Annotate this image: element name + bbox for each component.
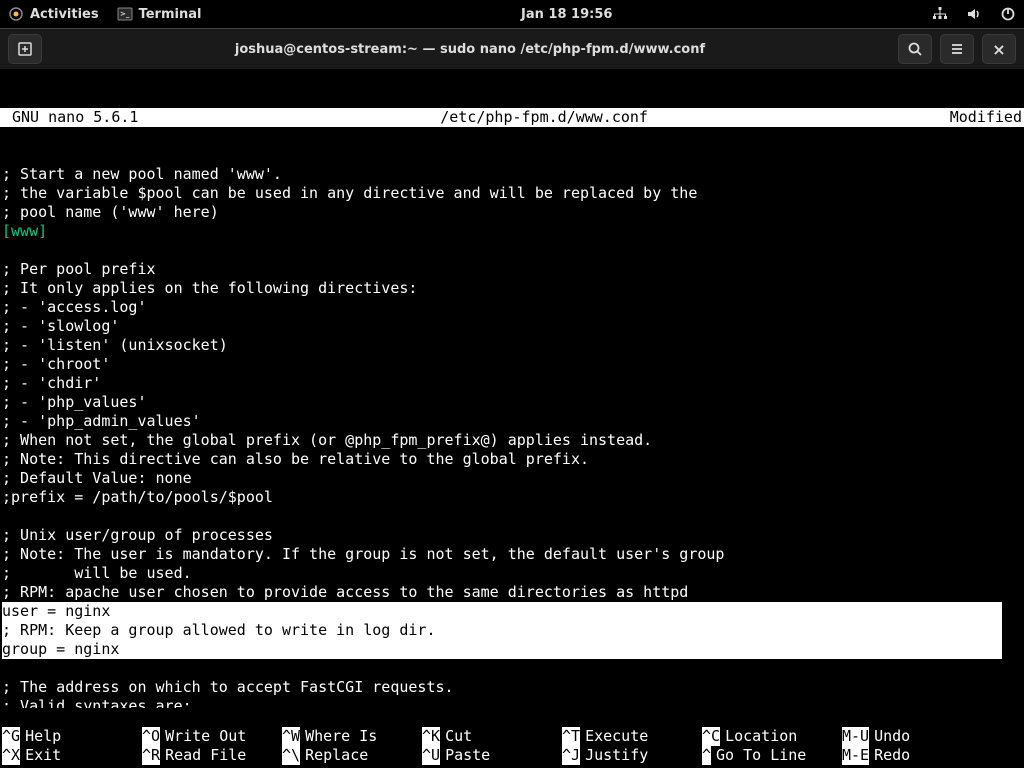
- editor-line: ;prefix = /path/to/pools/$pool: [2, 488, 1022, 507]
- help-label: Execute: [580, 727, 648, 746]
- help-item: ^UPaste: [422, 746, 562, 765]
- help-key: ^O: [142, 727, 160, 746]
- editor-line: ; Unix user/group of processes: [2, 526, 1022, 545]
- gnome-top-bar: Activities >_ Terminal Jan 18 19:56: [0, 0, 1024, 28]
- help-label: Location: [720, 727, 797, 746]
- terminal-body[interactable]: GNU nano 5.6.1 /etc/php-fpm.d/www.conf M…: [0, 70, 1024, 768]
- editor-content[interactable]: ; Start a new pool named 'www'.; the var…: [0, 165, 1024, 768]
- app-menu[interactable]: >_ Terminal: [117, 6, 202, 22]
- nano-help-bar: ^GHelp^OWrite Out^WWhere Is^KCut^TExecut…: [0, 708, 1024, 768]
- help-item: M-ERedo: [842, 746, 932, 765]
- editor-line: ; The address on which to accept FastCGI…: [2, 678, 1022, 697]
- editor-line: user = nginx: [2, 602, 1002, 621]
- power-icon[interactable]: [1000, 6, 1016, 22]
- activities-icon: [8, 6, 24, 22]
- help-item: ^GHelp: [2, 727, 142, 746]
- help-key: ^\: [282, 746, 300, 765]
- editor-line: ; - 'listen' (unixsocket): [2, 336, 1022, 355]
- editor-line: [www]: [2, 222, 1022, 241]
- editor-line: ; RPM: Keep a group allowed to write in …: [2, 621, 1002, 640]
- help-label: Redo: [869, 746, 910, 765]
- help-item: M-UUndo: [842, 727, 932, 746]
- help-key: ^G: [2, 727, 20, 746]
- help-item: ^JJustify: [562, 746, 702, 765]
- editor-line: ; It only applies on the following direc…: [2, 279, 1022, 298]
- close-icon: ×: [992, 40, 1005, 59]
- editor-line: ; - 'slowlog': [2, 317, 1022, 336]
- editor-line: [2, 659, 1022, 678]
- help-label: Go To Line: [711, 746, 806, 765]
- help-key: M-E: [842, 746, 869, 765]
- help-label: Write Out: [160, 727, 246, 746]
- editor-line: ; Note: The user is mandatory. If the gr…: [2, 545, 1022, 564]
- terminal-app-icon: >_: [117, 6, 133, 22]
- help-item: ^RRead File: [142, 746, 282, 765]
- activities-button[interactable]: Activities: [8, 6, 99, 22]
- help-key: ^U: [422, 746, 440, 765]
- volume-icon[interactable]: [966, 6, 982, 22]
- new-tab-button[interactable]: [8, 34, 42, 64]
- editor-line: ; the variable $pool can be used in any …: [2, 184, 1022, 203]
- help-key: ^K: [422, 727, 440, 746]
- search-button[interactable]: [898, 34, 932, 64]
- help-row-1: ^GHelp^OWrite Out^WWhere Is^KCut^TExecut…: [2, 727, 1022, 746]
- editor-line: ; - 'php_admin_values': [2, 412, 1022, 431]
- svg-text:>_: >_: [120, 10, 130, 18]
- help-key: ^T: [562, 727, 580, 746]
- help-label: Read File: [160, 746, 246, 765]
- help-item: ^XExit: [2, 746, 142, 765]
- editor-line: ; Per pool prefix: [2, 260, 1022, 279]
- help-label: Paste: [440, 746, 490, 765]
- help-item: ^\Replace: [282, 746, 422, 765]
- activities-label: Activities: [30, 7, 99, 22]
- help-key: ^W: [282, 727, 300, 746]
- help-row-2: ^XExit^RRead File^\Replace^UPaste^JJusti…: [2, 746, 1022, 765]
- help-key: ^X: [2, 746, 20, 765]
- help-key: M-U: [842, 727, 869, 746]
- nano-titlebar: GNU nano 5.6.1 /etc/php-fpm.d/www.conf M…: [0, 108, 1024, 127]
- help-item: ^KCut: [422, 727, 562, 746]
- help-key: ^J: [562, 746, 580, 765]
- help-label: Justify: [580, 746, 648, 765]
- help-label: Undo: [869, 727, 910, 746]
- help-label: Where Is: [300, 727, 377, 746]
- nano-filepath: /etc/php-fpm.d/www.conf: [138, 108, 949, 127]
- editor-line: ; - 'chdir': [2, 374, 1022, 393]
- help-label: Exit: [20, 746, 61, 765]
- editor-line: [2, 507, 1022, 526]
- editor-line: ; pool name ('www' here): [2, 203, 1022, 222]
- help-label: Help: [20, 727, 61, 746]
- editor-line: ; will be used.: [2, 564, 1022, 583]
- editor-line: ; - 'access.log': [2, 298, 1022, 317]
- help-key: ^R: [142, 746, 160, 765]
- help-item: ^CLocation: [702, 727, 842, 746]
- help-item: ^TExecute: [562, 727, 702, 746]
- help-key: ^C: [702, 727, 720, 746]
- app-menu-label: Terminal: [139, 7, 202, 22]
- editor-line: ; RPM: apache user chosen to provide acc…: [2, 583, 1022, 602]
- close-button[interactable]: ×: [982, 34, 1016, 64]
- help-label: Cut: [440, 727, 472, 746]
- help-label: Replace: [300, 746, 368, 765]
- help-item: ^WWhere Is: [282, 727, 422, 746]
- editor-line: ; Note: This directive can also be relat…: [2, 450, 1022, 469]
- help-key: ^: [702, 746, 711, 765]
- window-title: joshua@centos-stream:~ — sudo nano /etc/…: [50, 42, 890, 57]
- editor-line: ; Start a new pool named 'www'.: [2, 165, 1022, 184]
- clock[interactable]: Jan 18 19:56: [521, 7, 612, 22]
- nano-status: Modified: [950, 108, 1024, 127]
- terminal-headerbar: joshua@centos-stream:~ — sudo nano /etc/…: [0, 28, 1024, 70]
- hamburger-menu-button[interactable]: [940, 34, 974, 64]
- network-icon[interactable]: [932, 6, 948, 22]
- help-item: ^OWrite Out: [142, 727, 282, 746]
- editor-line: [2, 241, 1022, 260]
- help-item: ^ Go To Line: [702, 746, 842, 765]
- clock-label: Jan 18 19:56: [521, 7, 612, 22]
- editor-line: ; When not set, the global prefix (or @p…: [2, 431, 1022, 450]
- editor-line: ; - 'php_values': [2, 393, 1022, 412]
- nano-version: GNU nano 5.6.1: [0, 108, 138, 127]
- editor-line: ; - 'chroot': [2, 355, 1022, 374]
- editor-line: ; Default Value: none: [2, 469, 1022, 488]
- editor-line: group = nginx: [2, 640, 1002, 659]
